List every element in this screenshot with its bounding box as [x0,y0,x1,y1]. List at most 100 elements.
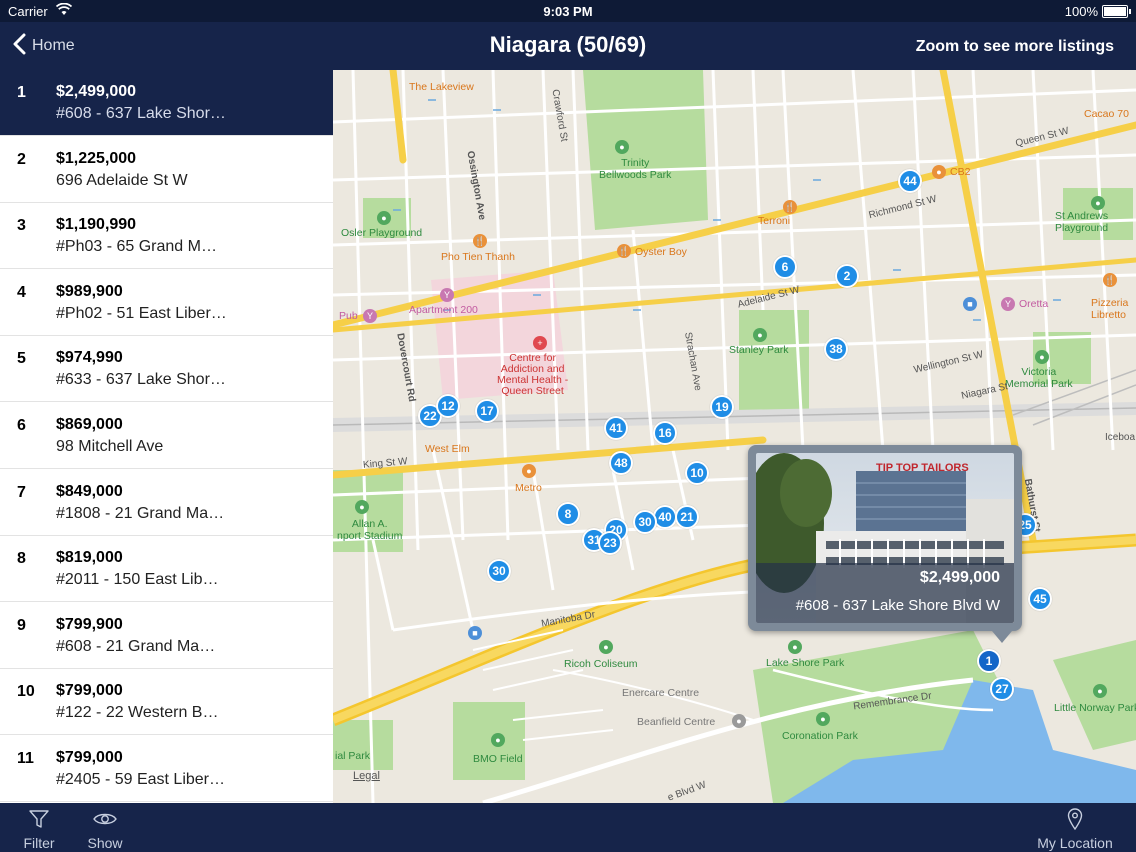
zoom-hint-label: Zoom to see more listings [915,38,1114,55]
map-label-ricoh: Ricoh Coliseum [564,658,638,670]
listing-pin[interactable]: 38 [824,337,848,361]
listing-price: $849,000 [56,483,123,500]
show-label: Show [87,835,123,851]
listing-row[interactable]: 2 $1,225,000 696 Adelaide St W [0,137,333,203]
listing-row[interactable]: 8 $819,000 #2011 - 150 East Lib… [0,536,333,602]
callout-price: $2,499,000 [919,569,1000,586]
park-icon: ● [615,140,629,154]
chevron-left-icon [12,33,26,60]
map-label-cacao: Cacao 70 [1084,108,1129,120]
filter-button[interactable]: Filter [18,807,60,851]
park-icon: ● [816,712,830,726]
bar-icon: Y [1001,297,1015,311]
listing-row[interactable]: 4 $989,900 #Ph02 - 51 East Liber… [0,270,333,336]
listing-index: 3 [17,217,26,234]
battery-percent: 100% [1064,4,1098,19]
stadium-icon: ● [355,500,369,514]
show-button[interactable]: Show [84,807,126,851]
listing-index: 11 [17,750,34,767]
callout-pointer [992,631,1012,643]
listing-pin[interactable]: 12 [436,394,460,418]
listing-address: #Ph02 - 51 East Liber… [56,305,227,322]
stadium-icon: ● [599,640,613,654]
map-label-ial-park: ial Park [335,750,371,762]
listing-index: 2 [17,151,26,168]
listing-row[interactable]: 9 $799,900 #608 - 21 Grand Ma… [0,603,333,669]
listing-pin[interactable]: 8 [556,502,580,526]
map-label-trinity-bellwoods: Trinity Bellwoods Park [599,157,672,181]
bar-icon: Y [440,288,454,302]
listing-pin[interactable]: 45 [1028,587,1052,611]
listing-address: #1808 - 21 Grand Ma… [56,505,225,522]
eye-icon [84,807,126,831]
park-icon: ● [753,328,767,342]
listing-index: 7 [17,484,26,501]
listing-address: 98 Mitchell Ave [56,438,164,455]
listing-index: 1 [17,84,26,101]
listing-pin[interactable]: 44 [898,169,922,193]
listing-price: $819,000 [56,549,123,566]
listing-pin[interactable]: 16 [653,421,677,445]
listing-row[interactable]: 1 $2,499,000 #608 - 637 Lake Shor… [0,70,333,136]
listing-price: $989,900 [56,283,123,300]
listing-pin[interactable]: 2 [835,264,859,288]
my-location-label: My Location [1037,835,1113,851]
listing-pin[interactable]: 27 [990,677,1014,701]
legal-link[interactable]: Legal [353,770,380,782]
listing-pin[interactable]: 30 [487,559,511,583]
listing-pin[interactable]: 17 [475,399,499,423]
map-label-bmo-field: BMO Field [473,753,523,765]
map-label-osler: Osler Playground [341,227,423,239]
listing-address: #2011 - 150 East Lib… [56,571,219,588]
listing-pin[interactable]: 19 [710,395,734,419]
filter-label: Filter [23,835,55,851]
listing-pin[interactable]: 30 [633,510,657,534]
listing-row[interactable]: 10 $799,000 #122 - 22 Western B… [0,669,333,735]
listing-address: #633 - 637 Lake Shor… [56,371,226,388]
my-location-button[interactable]: My Location [1034,807,1116,851]
map-label-allan-lamport: Allan A. nport Stadium [337,518,403,542]
map-label-cb2: CB2 [950,166,971,178]
listing-index: 4 [17,284,26,301]
listing-price: $799,000 [56,749,123,766]
listing-callout[interactable]: TIP TOP TAILORS $2,499,000 #608 - 637 La… [748,445,1022,643]
listing-row[interactable]: 5 $974,990 #633 - 637 Lake Shor… [0,336,333,402]
filter-icon [18,807,60,831]
listing-row[interactable]: 11 $799,000 #2405 - 59 East Liber… [0,736,333,802]
listing-pin[interactable]: 10 [685,461,709,485]
transit-icon: ■ [468,626,482,640]
navigation-bar: Home Niagara (50/69) Zoom to see more li… [0,22,1136,70]
venue-icon: ● [732,714,746,728]
map-base-layer [333,70,1136,803]
map-view[interactable]: The Lakeview ● Trinity Bellwoods Park ● … [333,70,1136,803]
listing-pin[interactable]: 41 [604,416,628,440]
restaurant-icon: 🍴 [1103,273,1117,287]
restaurant-icon: 🍴 [617,244,631,258]
listing-pin[interactable]: 6 [773,255,797,279]
listing-row[interactable]: 7 $849,000 #1808 - 21 Grand Ma… [0,470,333,536]
hospital-icon: + [533,336,547,350]
listing-pin-selected[interactable]: 1 [977,649,1001,673]
listing-pin[interactable]: 48 [609,451,633,475]
listing-pin[interactable]: 23 [598,531,622,555]
listing-pin[interactable]: 40 [653,505,677,529]
listing-row[interactable]: 6 $869,000 98 Mitchell Ave [0,403,333,469]
map-label-oretta: Oretta [1019,298,1049,310]
park-icon: ● [1091,196,1105,210]
street-label-iceboat: Iceboa [1105,432,1136,443]
park-icon: ● [1035,350,1049,364]
map-label-beanfield: Beanfield Centre [637,716,716,728]
location-pin-icon [1034,807,1116,831]
stadium-icon: ● [491,733,505,747]
listing-address: 696 Adelaide St W [56,172,188,189]
map-label-terroni: Terroni [758,215,791,227]
listing-price: $799,000 [56,682,123,699]
grocery-icon: ● [522,464,536,478]
map-label-west-elm: West Elm [425,443,470,455]
listing-row[interactable]: 3 $1,190,990 #Ph03 - 65 Grand M… [0,203,333,269]
restaurant-icon: 🍴 [783,200,797,214]
listing-pin[interactable]: 21 [675,505,699,529]
back-home-button[interactable]: Home [12,32,75,60]
listing-price: $2,499,000 [56,83,137,100]
listing-index: 8 [17,550,26,567]
